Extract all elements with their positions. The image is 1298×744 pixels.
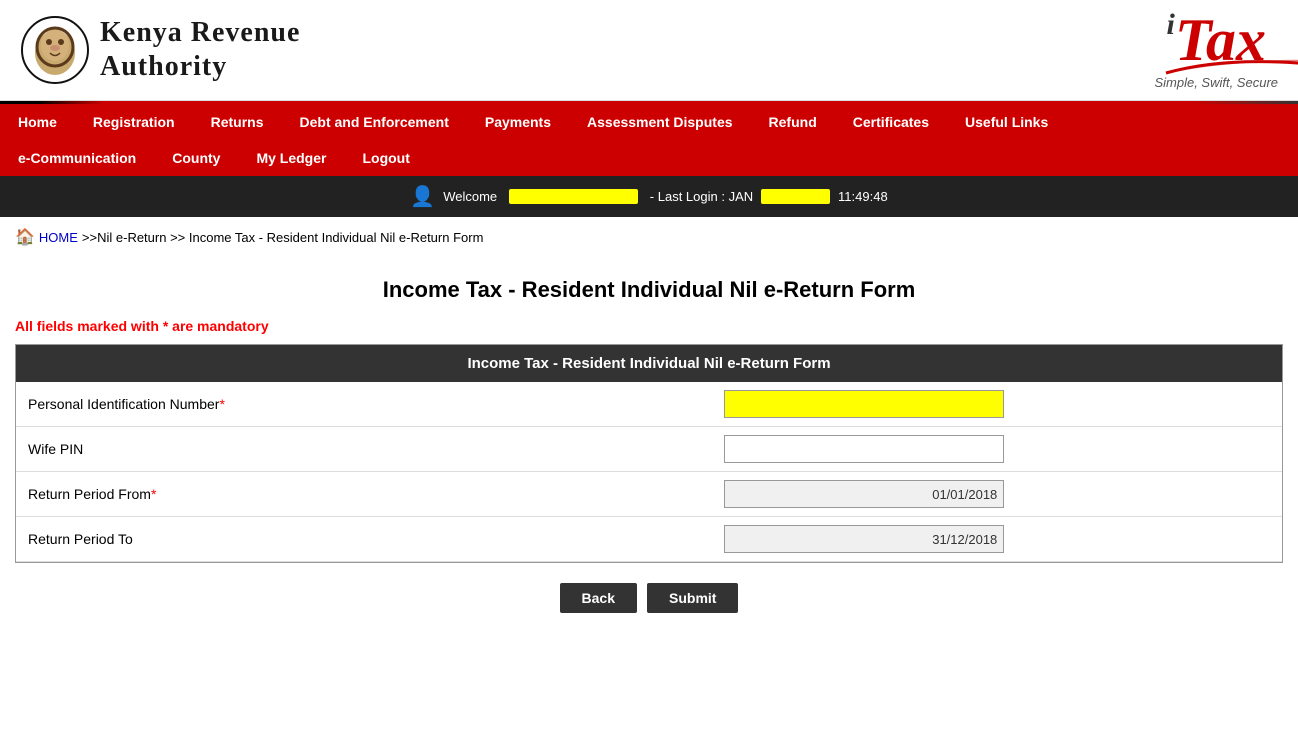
wife-pin-label: Wife PIN: [16, 427, 712, 472]
pin-label: Personal Identification Number*: [16, 382, 712, 427]
login-time: 11:49:48: [838, 189, 888, 204]
pin-input[interactable]: [724, 390, 1004, 418]
return-period-from-label: Return Period From*: [16, 472, 712, 517]
mandatory-note: All fields marked with * are mandatory: [0, 318, 1298, 344]
table-row: Personal Identification Number*: [16, 382, 1282, 427]
breadcrumb-path: >>Nil e-Return >> Income Tax - Resident …: [82, 230, 484, 245]
button-row: Back Submit: [0, 583, 1298, 613]
nav-county[interactable]: County: [154, 140, 238, 176]
breadcrumb-home-link[interactable]: HOME: [39, 230, 78, 245]
kra-name: Kenya Revenue Authority: [100, 16, 300, 83]
nav-debt-enforcement[interactable]: Debt and Enforcement: [282, 104, 467, 140]
user-name-redacted: [509, 189, 638, 204]
nav-useful-links[interactable]: Useful Links: [947, 104, 1066, 140]
table-row: Return Period From*: [16, 472, 1282, 517]
last-login-label: - Last Login : JAN: [650, 189, 753, 204]
nav-row-1: Home Registration Returns Debt and Enfor…: [0, 104, 1298, 140]
table-row: Wife PIN: [16, 427, 1282, 472]
page-header: Kenya Revenue Authority iTax Simple, Swi…: [0, 0, 1298, 101]
return-period-to-input[interactable]: [724, 525, 1004, 553]
nav-certificates[interactable]: Certificates: [835, 104, 947, 140]
return-period-from-input[interactable]: [724, 480, 1004, 508]
nav-registration[interactable]: Registration: [75, 104, 193, 140]
nav-row-2: e-Communication County My Ledger Logout: [0, 140, 1298, 176]
form-container: Income Tax - Resident Individual Nil e-R…: [15, 344, 1283, 563]
nav-assessment-disputes[interactable]: Assessment Disputes: [569, 104, 751, 140]
wife-pin-input[interactable]: [724, 435, 1004, 463]
itax-logo: iTax Simple, Swift, Secure: [1154, 10, 1278, 90]
table-row: Return Period To: [16, 517, 1282, 562]
nav-logout[interactable]: Logout: [344, 140, 427, 176]
nav-home[interactable]: Home: [0, 104, 75, 140]
user-avatar-icon: 👤: [410, 184, 435, 209]
nav-e-communication[interactable]: e-Communication: [0, 140, 154, 176]
kra-logo: Kenya Revenue Authority: [20, 15, 300, 85]
submit-button[interactable]: Submit: [647, 583, 738, 613]
breadcrumb: 🏠 HOME >>Nil e-Return >> Income Tax - Re…: [0, 217, 1298, 257]
page-title: Income Tax - Resident Individual Nil e-R…: [0, 277, 1298, 303]
nav-payments[interactable]: Payments: [467, 104, 569, 140]
welcome-bar: 👤 Welcome - Last Login : JAN 11:49:48: [0, 176, 1298, 217]
return-period-to-label: Return Period To: [16, 517, 712, 562]
kra-logo-icon: [20, 15, 90, 85]
home-icon: 🏠: [15, 227, 35, 247]
nav-returns[interactable]: Returns: [193, 104, 282, 140]
nav-my-ledger[interactable]: My Ledger: [238, 140, 344, 176]
nav-refund[interactable]: Refund: [751, 104, 835, 140]
form-table: Personal Identification Number* Wife PIN…: [16, 382, 1282, 562]
main-nav: Home Registration Returns Debt and Enfor…: [0, 104, 1298, 176]
login-date-redacted: [761, 189, 830, 204]
itax-swoosh: [1156, 53, 1298, 78]
back-button[interactable]: Back: [560, 583, 637, 613]
form-header: Income Tax - Resident Individual Nil e-R…: [16, 345, 1282, 382]
welcome-label: Welcome: [443, 189, 497, 204]
